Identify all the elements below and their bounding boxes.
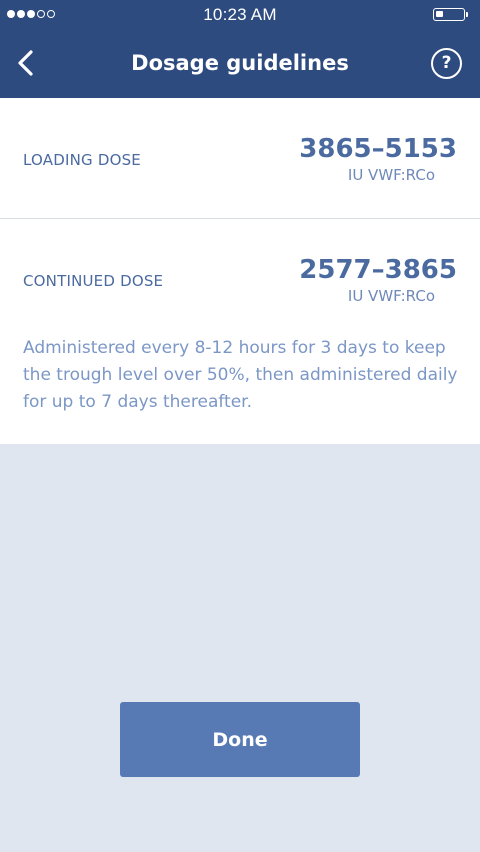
status-bar: 10:23 AM: [0, 0, 480, 30]
done-button[interactable]: Done: [120, 702, 360, 777]
loading-dose-value: 3865–5153: [299, 134, 457, 164]
page-title: Dosage guidelines: [131, 51, 349, 75]
loading-dose-label: LOADING DOSE: [23, 151, 141, 169]
battery-icon: [433, 8, 468, 21]
dosage-panel: LOADING DOSE 3865–5153 IU VWF:RCo CONTIN…: [0, 98, 480, 444]
continued-dose-note: Administered every 8-12 hours for 3 days…: [23, 338, 458, 412]
status-time: 10:23 AM: [203, 5, 277, 24]
loading-dose-unit: IU VWF:RCo: [347, 166, 435, 184]
section-divider: [0, 218, 480, 219]
continued-dose-label: CONTINUED DOSE: [23, 272, 164, 290]
continued-dose-value: 2577–3865: [299, 255, 457, 285]
nav-bar: Dosage guidelines ?: [0, 30, 480, 98]
help-button[interactable]: ?: [431, 48, 462, 79]
continued-dose-unit: IU VWF:RCo: [347, 287, 435, 305]
help-icon: ?: [441, 53, 452, 73]
